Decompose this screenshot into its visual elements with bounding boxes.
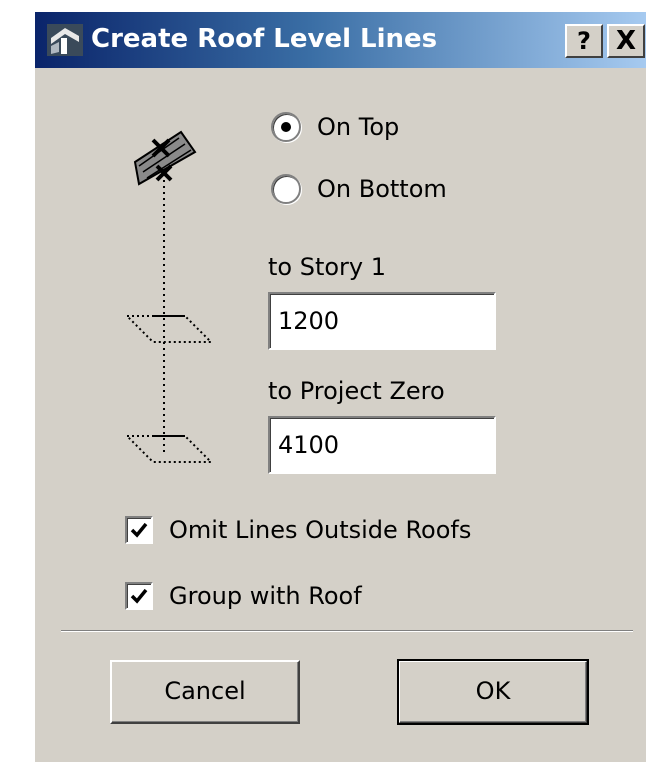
project-zero-label: to Project Zero	[268, 377, 445, 405]
on-bottom-label[interactable]: On Bottom	[317, 174, 447, 204]
cancel-button[interactable]: Cancel	[110, 660, 300, 724]
story-field[interactable]	[268, 292, 496, 350]
group-with-roof-label[interactable]: Group with Roof	[169, 581, 362, 611]
on-top-label[interactable]: On Top	[317, 112, 399, 142]
project-zero-field[interactable]	[268, 416, 496, 474]
group-with-roof-checkbox[interactable]	[125, 582, 153, 610]
roof-level-lines-dialog: Create Roof Level Lines ? X On Top On Bo…	[33, 10, 646, 762]
omit-lines-checkbox[interactable]	[125, 516, 153, 544]
separator	[61, 630, 633, 632]
omit-lines-label[interactable]: Omit Lines Outside Roofs	[169, 515, 471, 545]
story-plane-icon	[124, 315, 214, 343]
checkmark-icon	[130, 522, 148, 538]
story-input[interactable]	[278, 302, 478, 340]
checkmark-icon	[130, 588, 148, 604]
story-label: to Story 1	[268, 253, 387, 281]
project-zero-plane-icon	[124, 435, 214, 463]
radio-dot-icon	[281, 122, 291, 132]
on-bottom-radio[interactable]	[271, 174, 301, 204]
ok-button[interactable]: OK	[397, 659, 589, 725]
on-top-radio[interactable]	[271, 112, 301, 142]
roof-slab-icon	[133, 130, 197, 186]
project-zero-input[interactable]	[278, 426, 478, 464]
